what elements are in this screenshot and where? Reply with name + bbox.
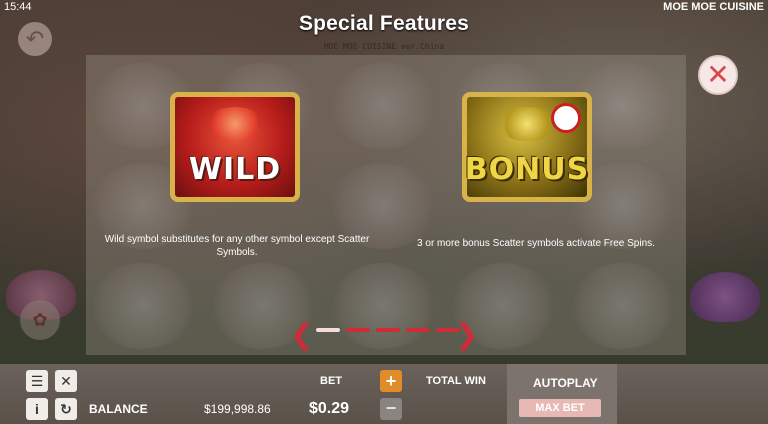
bet-label: BET <box>320 375 342 387</box>
bet-value: $0.29 <box>309 400 350 417</box>
close-icon[interactable]: ✕ <box>698 55 738 95</box>
menu-icon[interactable]: ☰ <box>26 370 48 392</box>
bet-decrease-button[interactable]: − <box>380 398 402 420</box>
info-icon[interactable]: i <box>26 398 48 420</box>
page-dot[interactable] <box>406 328 430 332</box>
bonus-emblem-icon <box>497 107 557 141</box>
sound-muted-icon[interactable]: ✕ <box>55 370 77 392</box>
bonus-symbol-card: BONUS <box>462 92 592 202</box>
bet-increase-button[interactable]: + <box>380 370 402 392</box>
wild-description: Wild symbol substitutes for any other sy… <box>104 234 370 258</box>
history-icon[interactable]: ↻ <box>55 398 77 420</box>
logo-subtitle: MOE MOE CUISINE ver.China <box>323 42 445 51</box>
page-dot[interactable] <box>346 328 370 332</box>
autoplay-button[interactable]: AUTOPLAY <box>533 376 598 390</box>
page-dot[interactable] <box>316 328 340 332</box>
wild-symbol-label: WILD <box>188 152 282 187</box>
arrow-right-icon[interactable]: ❯ <box>455 318 478 351</box>
arrow-left-icon[interactable]: ❮ <box>290 318 313 351</box>
modal-overlay <box>0 0 768 424</box>
page-dot[interactable] <box>376 328 400 332</box>
seal-icon <box>551 103 581 133</box>
bonus-description: 3 or more bonus Scatter symbols activate… <box>417 238 655 249</box>
wild-symbol-card: WILD <box>170 92 300 202</box>
total-win-label: TOTAL WIN <box>426 375 486 387</box>
wild-emblem-icon <box>205 107 265 141</box>
balance-label: BALANCE <box>89 402 148 416</box>
page-title: Special Features <box>298 12 470 35</box>
bonus-symbol-label: BONUS <box>464 152 590 187</box>
max-bet-button[interactable]: MAX BET <box>519 399 601 417</box>
balance-value: $199,998.86 <box>204 402 271 416</box>
page-indicator <box>316 328 460 332</box>
